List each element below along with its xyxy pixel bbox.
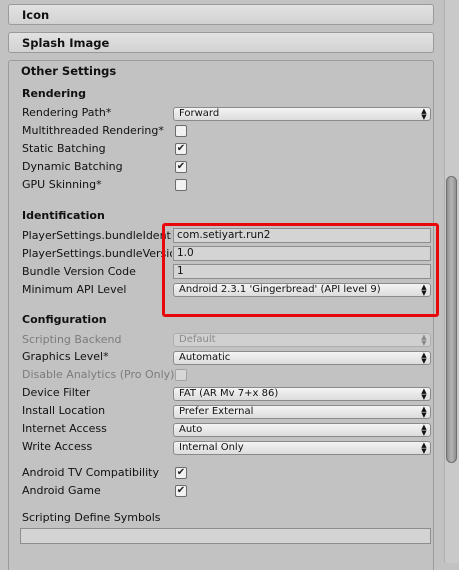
dropdown-arrows-icon: ▲ ▼ — [421, 387, 427, 401]
rendering-path-value: Forward — [179, 108, 220, 119]
graphics-level-value: Automatic — [179, 352, 231, 363]
write-access-value: Internal Only — [179, 442, 244, 453]
rendering-path-label: Rendering Path* — [22, 106, 112, 119]
scripting-backend-dropdown: Default ▲ ▼ — [173, 333, 431, 347]
splash-image-foldout[interactable]: Splash Image — [8, 32, 434, 53]
scripting-backend-label: Scripting Backend — [22, 333, 122, 346]
dropdown-arrows-icon: ▲ ▼ — [421, 107, 427, 121]
install-location-dropdown[interactable]: Prefer External ▲ ▼ — [173, 405, 431, 419]
disable-analytics-label: Disable Analytics (Pro Only) — [22, 368, 174, 381]
write-access-label: Write Access — [22, 440, 93, 453]
icon-foldout-label: Icon — [22, 8, 50, 22]
dynamic-batching-label: Dynamic Batching — [22, 160, 123, 173]
checkmark-icon: ✔ — [176, 161, 186, 172]
android-game-checkbox[interactable]: ✔ — [175, 485, 187, 497]
identification-section-title: Identification — [22, 209, 105, 222]
bundle-version-code-label: Bundle Version Code — [22, 265, 136, 278]
internet-access-value: Auto — [179, 424, 203, 435]
install-location-label: Install Location — [22, 404, 106, 417]
multithreaded-rendering-checkbox[interactable] — [175, 125, 187, 137]
gpu-skinning-label: GPU Skinning* — [22, 178, 102, 191]
other-settings-title[interactable]: Other Settings — [21, 64, 116, 78]
dropdown-arrows-icon: ▲ ▼ — [421, 423, 427, 437]
configuration-section-title: Configuration — [22, 313, 107, 326]
android-game-label: Android Game — [22, 484, 101, 497]
graphics-level-dropdown[interactable]: Automatic ▲ ▼ — [173, 351, 431, 365]
scripting-define-symbols-input[interactable] — [20, 528, 431, 544]
static-batching-label: Static Batching — [22, 142, 106, 155]
disable-analytics-checkbox — [175, 369, 187, 381]
highlight-box — [162, 223, 439, 317]
dropdown-arrows-icon: ▲ ▼ — [421, 405, 427, 419]
dynamic-batching-checkbox[interactable]: ✔ — [175, 161, 187, 173]
device-filter-label: Device Filter — [22, 386, 91, 399]
multithreaded-rendering-label: Multithreaded Rendering* — [22, 124, 164, 137]
static-batching-checkbox[interactable]: ✔ — [175, 143, 187, 155]
dropdown-arrows-icon: ▲ ▼ — [421, 333, 427, 347]
checkmark-icon: ✔ — [176, 143, 186, 154]
checkmark-icon: ✔ — [176, 467, 186, 478]
graphics-level-label: Graphics Level* — [22, 350, 109, 363]
icon-foldout[interactable]: Icon — [8, 4, 434, 25]
gpu-skinning-checkbox[interactable] — [175, 179, 187, 191]
device-filter-value: FAT (AR Mv 7+x 86) — [179, 388, 279, 399]
checkmark-icon: ✔ — [176, 485, 186, 496]
vertical-scrollbar-thumb[interactable] — [446, 176, 457, 463]
device-filter-dropdown[interactable]: FAT (AR Mv 7+x 86) ▲ ▼ — [173, 387, 431, 401]
write-access-dropdown[interactable]: Internal Only ▲ ▼ — [173, 441, 431, 455]
splash-image-foldout-label: Splash Image — [22, 36, 110, 50]
rendering-section-title: Rendering — [22, 87, 86, 100]
android-tv-compatibility-checkbox[interactable]: ✔ — [175, 467, 187, 479]
minimum-api-level-label: Minimum API Level — [22, 283, 127, 296]
rendering-path-dropdown[interactable]: Forward ▲ ▼ — [173, 107, 431, 121]
internet-access-dropdown[interactable]: Auto ▲ ▼ — [173, 423, 431, 437]
bundle-identifier-label: PlayerSettings.bundleIdentifier — [22, 229, 172, 242]
scripting-define-symbols-label: Scripting Define Symbols — [22, 511, 161, 524]
install-location-value: Prefer External — [179, 406, 254, 417]
dropdown-arrows-icon: ▲ ▼ — [421, 441, 427, 455]
android-tv-compatibility-label: Android TV Compatibility — [22, 466, 159, 479]
dropdown-arrows-icon: ▲ ▼ — [421, 351, 427, 365]
bundle-version-label: PlayerSettings.bundleVersion — [22, 247, 172, 260]
internet-access-label: Internet Access — [22, 422, 107, 435]
scripting-backend-value: Default — [179, 334, 216, 345]
